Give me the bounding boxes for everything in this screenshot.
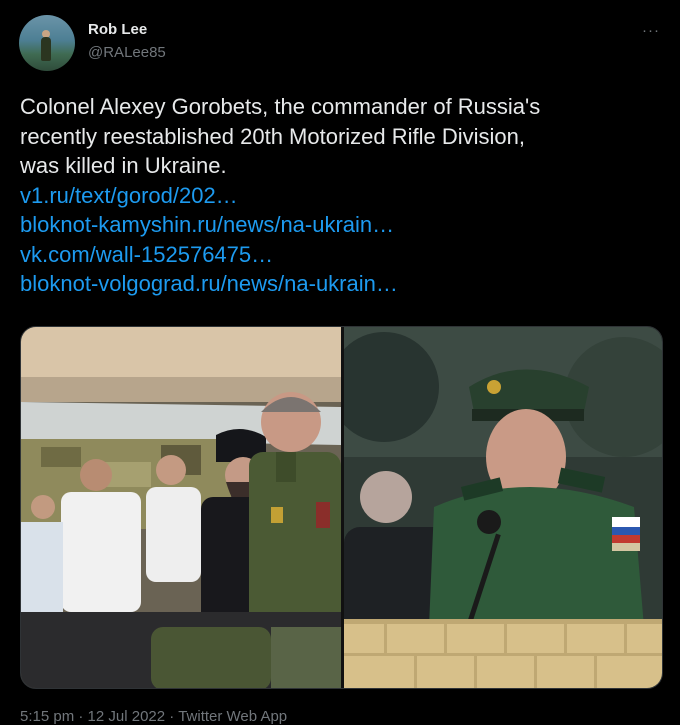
author-handle[interactable]: @RALee85 xyxy=(88,44,166,61)
tweet-text-line: was killed in Ukraine. xyxy=(20,153,227,178)
media-grid xyxy=(20,326,663,689)
tweet-link[interactable]: vk.com/wall-152576475… xyxy=(20,240,660,270)
tweet-link[interactable]: bloknot-volgograd.ru/news/na-ukrain… xyxy=(20,269,660,299)
tweet-link[interactable]: bloknot-kamyshin.ru/news/na-ukrain… xyxy=(20,210,660,240)
tweet-text-line: recently reestablished 20th Motorized Ri… xyxy=(20,123,526,149)
tweet-meta: 5:15 pm · 12 Jul 2022 · Twitter Web App xyxy=(20,708,287,725)
tweet-date[interactable]: 12 Jul 2022 xyxy=(88,708,166,725)
tweet-time[interactable]: 5:15 pm xyxy=(20,708,74,725)
event-photo-image xyxy=(21,327,341,688)
avatar[interactable] xyxy=(19,15,75,71)
tweet-source-app[interactable]: Twitter Web App xyxy=(178,708,287,725)
media-photo-right[interactable] xyxy=(344,327,662,688)
meta-separator: · xyxy=(165,708,179,725)
tweet: Rob Lee @RALee85 ··· Colonel Alexey Goro… xyxy=(0,0,680,725)
author-name[interactable]: Rob Lee xyxy=(88,21,147,38)
tweet-text-line: Colonel Alexey Gorobets, the commander o… xyxy=(20,94,541,119)
more-options-icon[interactable]: ··· xyxy=(642,22,660,39)
avatar-figure-shape xyxy=(41,37,51,61)
tweet-link[interactable]: v1.ru/text/gorod/202… xyxy=(20,181,660,211)
media-photo-left[interactable] xyxy=(21,327,341,688)
officer-photo-image xyxy=(344,327,662,688)
tweet-text: Colonel Alexey Gorobets, the commander o… xyxy=(20,92,660,299)
meta-separator: · xyxy=(74,708,88,725)
